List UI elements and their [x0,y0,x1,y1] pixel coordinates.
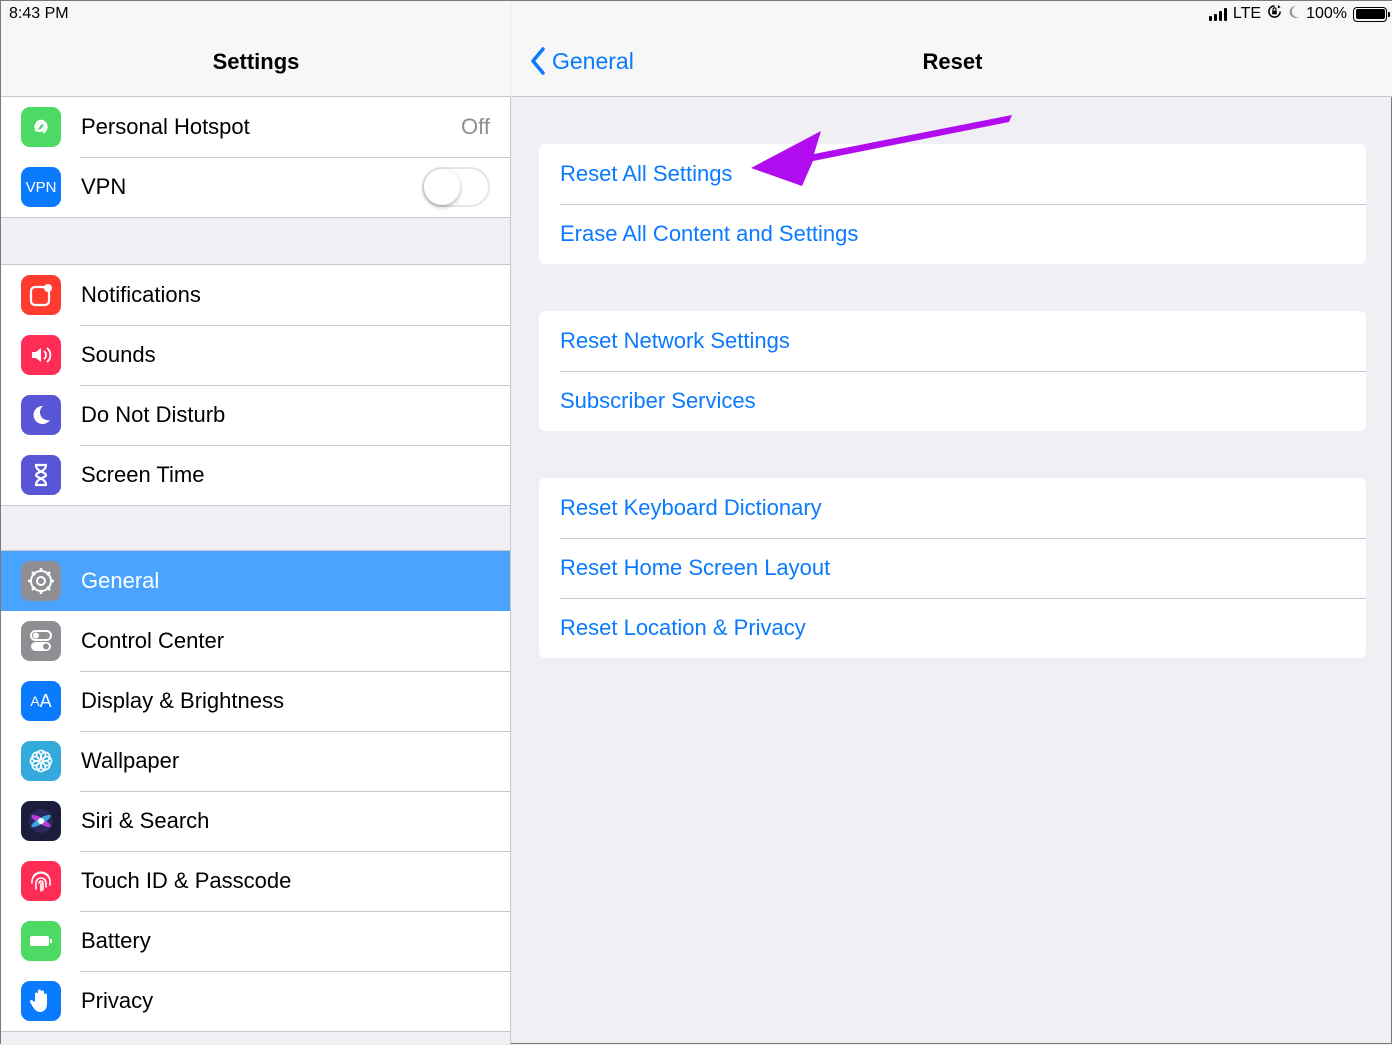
sidebar-header: 8:43 PM Settings [1,1,511,97]
sidebar-item-siri-search[interactable]: Siri & Search [1,791,510,851]
subscriber-services-button[interactable]: Subscriber Services [539,371,1366,431]
sidebar-item-label: Control Center [81,628,225,653]
action-label: Erase All Content and Settings [560,221,859,246]
sidebar-item-label: VPN [81,174,127,199]
speaker-icon [21,335,61,375]
hourglass-icon [21,455,61,495]
sidebar-item-label: Personal Hotspot [81,114,250,139]
status-time: 8:43 PM [9,5,69,22]
sidebar-group-connectivity: Personal Hotspot Off VPN VPN [1,96,510,218]
fingerprint-icon [21,861,61,901]
sidebar-item-touch-id[interactable]: Touch ID & Passcode [1,851,510,911]
vpn-toggle[interactable] [422,167,490,207]
reset-group-3: Reset Keyboard Dictionary Reset Home Scr… [539,478,1366,658]
reset-keyboard-dictionary-button[interactable]: Reset Keyboard Dictionary [539,478,1366,538]
action-label: Reset All Settings [560,161,733,186]
action-label: Reset Keyboard Dictionary [560,495,822,520]
sidebar-item-notifications[interactable]: Notifications [1,265,510,325]
reset-home-screen-layout-button[interactable]: Reset Home Screen Layout [539,538,1366,598]
sidebar-item-label: Touch ID & Passcode [81,868,292,893]
sidebar-title: Settings [212,49,300,74]
sidebar-item-label: Siri & Search [81,808,210,833]
reset-location-privacy-button[interactable]: Reset Location & Privacy [539,598,1366,658]
reset-group-1: Reset All Settings Erase All Content and… [539,144,1366,264]
battery-percent: 100% [1306,5,1347,22]
page-title: Reset [922,49,983,74]
sidebar-item-personal-hotspot[interactable]: Personal Hotspot Off [1,97,510,157]
sidebar-group-system: General Control Center AA Display & Brig… [1,550,510,1032]
sidebar-item-privacy[interactable]: Privacy [1,971,510,1031]
toggle-knob [424,169,460,205]
action-label: Reset Home Screen Layout [560,555,831,580]
battery-icon [21,921,61,961]
sidebar-item-sounds[interactable]: Sounds [1,325,510,385]
sidebar-item-label: Wallpaper [81,748,180,773]
network-type: LTE [1232,5,1262,22]
action-label: Subscriber Services [560,388,756,413]
hotspot-icon [21,107,61,147]
sidebar-item-label: Display & Brightness [81,688,284,713]
flower-icon [21,741,61,781]
text-size-icon: AA [21,681,61,721]
sidebar-group-alerts: Notifications Sounds Do Not Disturb Scre… [1,264,510,506]
reset-all-settings-button[interactable]: Reset All Settings [539,144,1366,204]
hotspot-status: Off [461,114,490,139]
sidebar-item-general[interactable]: General [1,551,510,611]
sidebar-item-screen-time[interactable]: Screen Time [1,445,510,505]
action-label: Reset Location & Privacy [560,615,806,640]
switches-icon [21,621,61,661]
sidebar-item-label: Privacy [81,988,154,1013]
action-label: Reset Network Settings [560,328,790,353]
sidebar-item-label: Notifications [81,282,201,307]
sidebar-item-label: General [81,568,160,593]
sidebar-item-control-center[interactable]: Control Center [1,611,510,671]
sidebar-item-label: Screen Time [81,462,205,487]
hand-icon [21,981,61,1021]
sidebar-item-label: Battery [81,928,151,953]
sidebar-item-label: Do Not Disturb [81,402,226,427]
sidebar-item-do-not-disturb[interactable]: Do Not Disturb [1,385,510,445]
vpn-icon: VPN [21,167,61,207]
screen: 8:43 PM Settings Personal Hotspot Off VP… [0,0,1392,1045]
orientation-lock-icon [1267,4,1282,24]
sidebar-item-vpn[interactable]: VPN VPN [1,157,510,217]
siri-icon [21,801,61,841]
notifications-icon [21,275,61,315]
sidebar-item-label: Sounds [81,342,156,367]
moon-icon [21,395,61,435]
erase-all-content-button[interactable]: Erase All Content and Settings [539,204,1366,264]
reset-group-2: Reset Network Settings Subscriber Servic… [539,311,1366,431]
moon-icon [1288,5,1300,24]
sidebar-item-battery[interactable]: Battery [1,911,510,971]
status-indicators: LTE 100% [1208,4,1390,24]
sidebar-item-wallpaper[interactable]: Wallpaper [1,731,510,791]
reset-network-settings-button[interactable]: Reset Network Settings [539,311,1366,371]
cellular-signal-icon [1208,7,1227,21]
sidebar-item-display-brightness[interactable]: AA Display & Brightness [1,671,510,731]
battery-icon [1353,6,1390,22]
detail-header: LTE 100% General Reset [512,1,1392,97]
settings-sidebar: 8:43 PM Settings Personal Hotspot Off VP… [1,1,511,1045]
gear-icon [21,561,61,601]
